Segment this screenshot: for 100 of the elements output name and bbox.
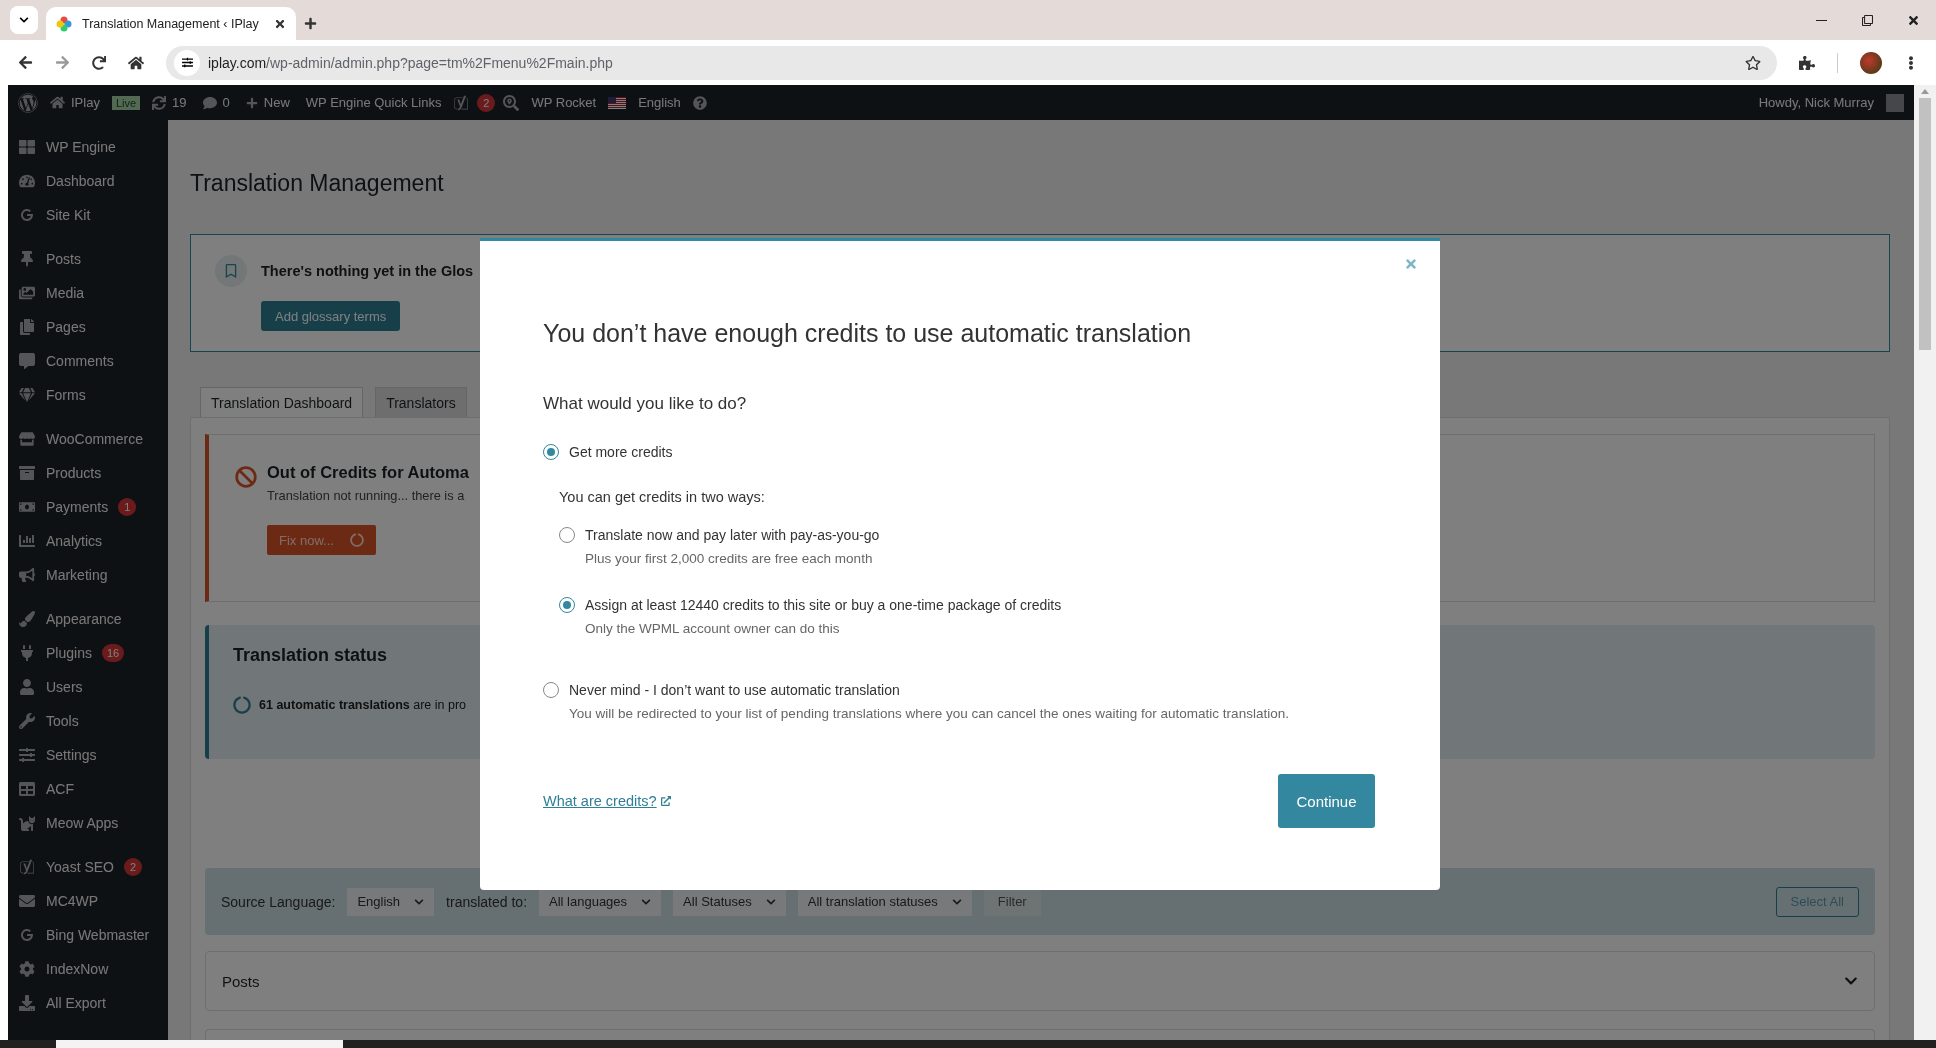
sidebar-item[interactable]: Analytics	[8, 524, 168, 558]
close-icon	[1404, 257, 1418, 271]
radio-option[interactable]: Assign at least 12440 credits to this site or buy a one-time package of credits	[559, 594, 1375, 616]
home-button[interactable]	[128, 54, 144, 71]
radio-option[interactable]: Translate now and pay later with pay-as-you-go	[559, 524, 1375, 546]
sidebar-item[interactable]: IndexNow	[8, 952, 168, 986]
new-tab-button[interactable]	[304, 17, 317, 30]
environment-badge: Live	[111, 95, 141, 110]
sidebar-item[interactable]: Dashboard	[8, 164, 168, 198]
restore-icon	[1861, 14, 1873, 26]
profile-avatar[interactable]	[1860, 51, 1882, 74]
address-bar[interactable]: iplay.com/wp-admin/admin.php?page=tm%2Fmenu%2Fmain.php	[166, 45, 1777, 80]
plug-icon	[19, 645, 35, 661]
logo-icon	[19, 207, 35, 223]
comments-link[interactable]: 0	[198, 95, 234, 110]
gear-icon	[19, 961, 35, 977]
store-icon	[19, 431, 35, 447]
external-link-icon	[660, 796, 671, 806]
forward-button[interactable]	[55, 55, 70, 70]
refresh-icon	[152, 95, 167, 110]
language-link[interactable]: English	[634, 95, 685, 110]
dialog-title: You don’t have enough credits to use automatic translation	[543, 318, 1193, 349]
sidebar-item[interactable]: Forms	[8, 378, 168, 412]
radio-option[interactable]: Get more credits	[543, 441, 1375, 463]
flag-icon	[608, 96, 627, 109]
notification-count: 2	[477, 93, 496, 112]
sidebar-label: Posts	[46, 251, 81, 267]
sidebar-label: All Export	[46, 995, 106, 1011]
pages-icon	[19, 319, 35, 335]
brush-icon	[19, 611, 35, 627]
updates-link[interactable]: 19	[148, 95, 191, 110]
sidebar-item[interactable]: Marketing	[8, 558, 168, 592]
option-label: Get more credits	[569, 444, 673, 460]
sidebar-item[interactable]: Pages	[8, 310, 168, 344]
grid-icon	[19, 139, 35, 155]
sidebar-item[interactable]: WP Engine	[8, 130, 168, 164]
reload-button[interactable]	[92, 55, 106, 70]
sidebar-item[interactable]: Comments	[8, 344, 168, 378]
extensions-button[interactable]	[1799, 54, 1815, 71]
sidebar-item[interactable]: Media	[8, 276, 168, 310]
browser-tab[interactable]: Translation Management ‹ IPlay	[46, 7, 296, 40]
home-icon	[50, 95, 65, 110]
sidebar-item[interactable]: Meow Apps	[8, 806, 168, 840]
quick-links-link[interactable]: WP Engine Quick Links	[301, 95, 446, 110]
comment-icon	[19, 353, 35, 369]
bookmark-star-button[interactable]	[1745, 54, 1761, 71]
sidebar-item[interactable]: MC4WP	[8, 884, 168, 918]
sidebar-item[interactable]: Yoast SEO 2	[8, 850, 168, 884]
sidebar-label: Meow Apps	[46, 815, 119, 831]
site-link[interactable]: IPlay	[46, 95, 104, 110]
logo-icon	[19, 927, 35, 943]
sidebar-label: Bing Webmaster	[46, 927, 150, 943]
sidebar-item[interactable]: Appearance	[8, 602, 168, 636]
tab-search-button[interactable]	[10, 6, 38, 34]
status-text: 61 automatic translations are in pro	[259, 698, 467, 712]
download-icon	[19, 995, 35, 1011]
sidebar-item[interactable]: Posts	[8, 242, 168, 276]
sidebar-item[interactable]: WooCommerce	[8, 422, 168, 456]
section-header[interactable]: Posts	[205, 951, 1875, 1011]
sidebar-label: Marketing	[46, 567, 108, 583]
sidebar-item[interactable]: Payments 1	[8, 490, 168, 524]
sidebar-item[interactable]: Plugins 16	[8, 636, 168, 670]
sidebar-label: Site Kit	[46, 207, 91, 223]
sidebar-item[interactable]: All Export	[8, 986, 168, 1020]
wp-rocket-link[interactable]: WP Rocket	[527, 95, 601, 110]
account-link[interactable]: Howdy, Nick Murray	[1754, 95, 1878, 110]
filter-select[interactable]: English	[347, 887, 435, 916]
sidebar-item[interactable]: Products	[8, 456, 168, 490]
sidebar-label: ACF	[46, 781, 74, 797]
sidebar-item[interactable]: Site Kit	[8, 198, 168, 232]
comment-icon	[202, 95, 217, 110]
sidebar-item[interactable]: Users	[8, 670, 168, 704]
add-glossary-button[interactable]: Add glossary terms	[261, 301, 401, 331]
close-icon	[1906, 13, 1920, 27]
section-title: Posts	[222, 972, 260, 990]
ban-icon	[235, 466, 257, 488]
tab[interactable]: Translation Dashboard	[200, 387, 364, 418]
new-link[interactable]: New	[241, 95, 294, 110]
scroll-up-icon	[1921, 89, 1929, 94]
sidebar-item[interactable]: Tools	[8, 704, 168, 738]
sidebar-label: Forms	[46, 387, 86, 403]
spinner-icon	[233, 696, 251, 714]
help-icon	[692, 95, 707, 110]
scroll-thumb[interactable]	[1919, 98, 1931, 350]
back-button[interactable]	[18, 55, 33, 70]
sidebar-label: MC4WP	[46, 893, 99, 909]
sidebar-item[interactable]: Settings	[8, 738, 168, 772]
radio-option[interactable]: Never mind - I don’t want to use automatic translation	[543, 679, 1375, 701]
yoast-icon[interactable]	[453, 94, 470, 111]
close-tab-button[interactable]	[274, 17, 286, 30]
wordpress-icon[interactable]	[18, 92, 38, 113]
sidebar-label: Media	[46, 285, 85, 301]
credits-link[interactable]: What are credits?	[543, 793, 671, 809]
user-icon	[19, 679, 35, 695]
sidebar-item[interactable]: ACF	[8, 772, 168, 806]
sidebar-label: WP Engine	[46, 139, 116, 155]
sidebar-item[interactable]: Bing Webmaster	[8, 918, 168, 952]
continue-button[interactable]: Continue	[1278, 774, 1375, 828]
tab[interactable]: Translators	[375, 387, 467, 418]
search-location-icon[interactable]	[503, 94, 520, 111]
